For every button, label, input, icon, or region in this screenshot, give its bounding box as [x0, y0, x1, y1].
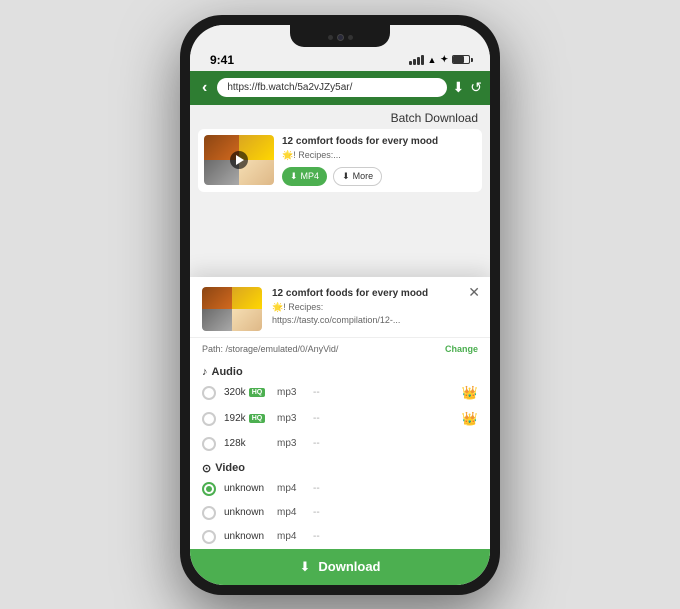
video-icon: ⊙: [202, 462, 211, 475]
signal-bar-1: [409, 61, 412, 65]
radio-192k[interactable]: [202, 412, 216, 426]
play-triangle-icon: [236, 155, 244, 165]
modal-overlay: 12 comfort foods for every mood 🌟! Recip…: [190, 277, 490, 585]
audio-option-128k[interactable]: 128k mp3 --: [190, 432, 490, 456]
path-bar: Path: /storage/emulated/0/AnyVid/ Change: [190, 337, 490, 360]
modal-video-info: 12 comfort foods for every mood 🌟! Recip…: [272, 287, 478, 325]
wifi-icon: ▲: [428, 55, 437, 65]
modal-url: https://tasty.co/compilation/12-...: [272, 315, 478, 325]
hq-badge-320k: HQ: [249, 388, 266, 397]
path-text: Path: /storage/emulated/0/AnyVid/: [202, 344, 338, 354]
crown-icon-320k: 👑: [462, 385, 478, 401]
more-arrow-icon: ⬇: [342, 171, 350, 182]
modal-thumb-grid: [202, 287, 262, 331]
quality-128k: 128k: [224, 438, 269, 449]
phone-screen: 9:41 ▲ ✦ ‹ https://fb.watch/5a2vJZy5ar/: [190, 25, 490, 585]
video-info-top: 12 comfort foods for every mood 🌟! Recip…: [282, 135, 476, 186]
video-card-top: 12 comfort foods for every mood 🌟! Recip…: [198, 129, 482, 192]
music-note-icon: ♪: [202, 366, 208, 378]
dash-video-2: --: [313, 507, 478, 518]
radio-video-3[interactable]: [202, 530, 216, 544]
url-bar[interactable]: https://fb.watch/5a2vJZy5ar/: [217, 78, 446, 97]
audio-option-192k[interactable]: 192k HQ mp3 -- 👑: [190, 406, 490, 432]
battery-fill: [453, 56, 464, 63]
format-video-1: mp4: [277, 483, 305, 494]
notch-dot-1: [328, 35, 333, 40]
download-icon-bar: ⬇: [299, 559, 310, 575]
format-video-3: mp4: [277, 531, 305, 542]
download-label: Download: [318, 559, 380, 574]
video-option-2[interactable]: unknown mp4 --: [190, 501, 490, 525]
format-192k: mp3: [277, 413, 305, 424]
radio-320k[interactable]: [202, 386, 216, 400]
batch-header: Batch Download: [190, 105, 490, 129]
format-video-2: mp4: [277, 507, 305, 518]
refresh-icon[interactable]: ↺: [470, 79, 482, 96]
audio-section-label: ♪ Audio: [190, 360, 490, 380]
play-button-overlay: [230, 151, 248, 169]
modal-thumb-cell-2: [232, 287, 262, 309]
download-arrow-icon: ⬇: [290, 171, 298, 182]
format-128k: mp3: [277, 438, 305, 449]
quality-320k: 320k HQ: [224, 387, 269, 398]
quality-video-2: unknown: [224, 507, 269, 518]
more-button[interactable]: ⬇ More: [333, 167, 382, 186]
video-option-3[interactable]: unknown mp4 --: [190, 525, 490, 549]
modal-title: 12 comfort foods for every mood: [272, 287, 478, 300]
modal-subtitle: 🌟! Recipes:: [272, 302, 478, 313]
signal-bar-2: [413, 59, 416, 65]
back-button[interactable]: ‹: [198, 77, 211, 99]
signal-bar-4: [421, 55, 424, 65]
dash-video-3: --: [313, 531, 478, 542]
download-icon[interactable]: ⬇: [453, 79, 465, 96]
change-button[interactable]: Change: [445, 344, 478, 354]
browser-bar: ‹ https://fb.watch/5a2vJZy5ar/ ⬇ ↺: [190, 71, 490, 105]
modal-header: 12 comfort foods for every mood 🌟! Recip…: [190, 277, 490, 337]
dash-video-1: --: [313, 483, 478, 494]
radio-video-2[interactable]: [202, 506, 216, 520]
notch: [290, 25, 390, 47]
modal-thumb-cell-4: [232, 309, 262, 331]
dash-192k: --: [313, 413, 454, 424]
video-actions: ⬇ MP4 ⬇ More: [282, 167, 476, 186]
video-thumbnail-top: [204, 135, 274, 185]
close-button[interactable]: ✕: [468, 285, 480, 299]
video-title-top: 12 comfort foods for every mood: [282, 135, 476, 148]
quality-192k: 192k HQ: [224, 413, 269, 424]
modal-thumb-cell-3: [202, 309, 232, 331]
video-section-label: ⊙ Video: [190, 456, 490, 477]
dash-320k: --: [313, 387, 454, 398]
status-icons: ▲ ✦: [409, 54, 470, 65]
quality-video-3: unknown: [224, 531, 269, 542]
hq-badge-192k: HQ: [249, 414, 266, 423]
format-320k: mp3: [277, 387, 305, 398]
audio-option-320k[interactable]: 320k HQ mp3 -- 👑: [190, 380, 490, 406]
video-option-1[interactable]: unknown mp4 --: [190, 477, 490, 501]
notch-dot-2: [348, 35, 353, 40]
signal-bars: [409, 55, 424, 65]
mp4-button[interactable]: ⬇ MP4: [282, 167, 327, 186]
modal-thumb-cell-1: [202, 287, 232, 309]
status-time: 9:41: [210, 53, 234, 67]
radio-128k[interactable]: [202, 437, 216, 451]
crown-icon-192k: 👑: [462, 411, 478, 427]
signal-bar-3: [417, 57, 420, 65]
battery-icon: [452, 55, 470, 64]
browser-actions: ⬇ ↺: [453, 79, 482, 96]
bluetooth-icon: ✦: [440, 54, 448, 65]
download-bar[interactable]: ⬇ Download: [190, 549, 490, 585]
phone-frame: 9:41 ▲ ✦ ‹ https://fb.watch/5a2vJZy5ar/: [180, 15, 500, 595]
video-subtitle-top: 🌟! Recipes:...: [282, 150, 476, 161]
radio-video-1[interactable]: [202, 482, 216, 496]
modal-thumbnail: [202, 287, 262, 331]
camera-dot: [337, 34, 344, 41]
dash-128k: --: [313, 438, 478, 449]
quality-video-1: unknown: [224, 483, 269, 494]
